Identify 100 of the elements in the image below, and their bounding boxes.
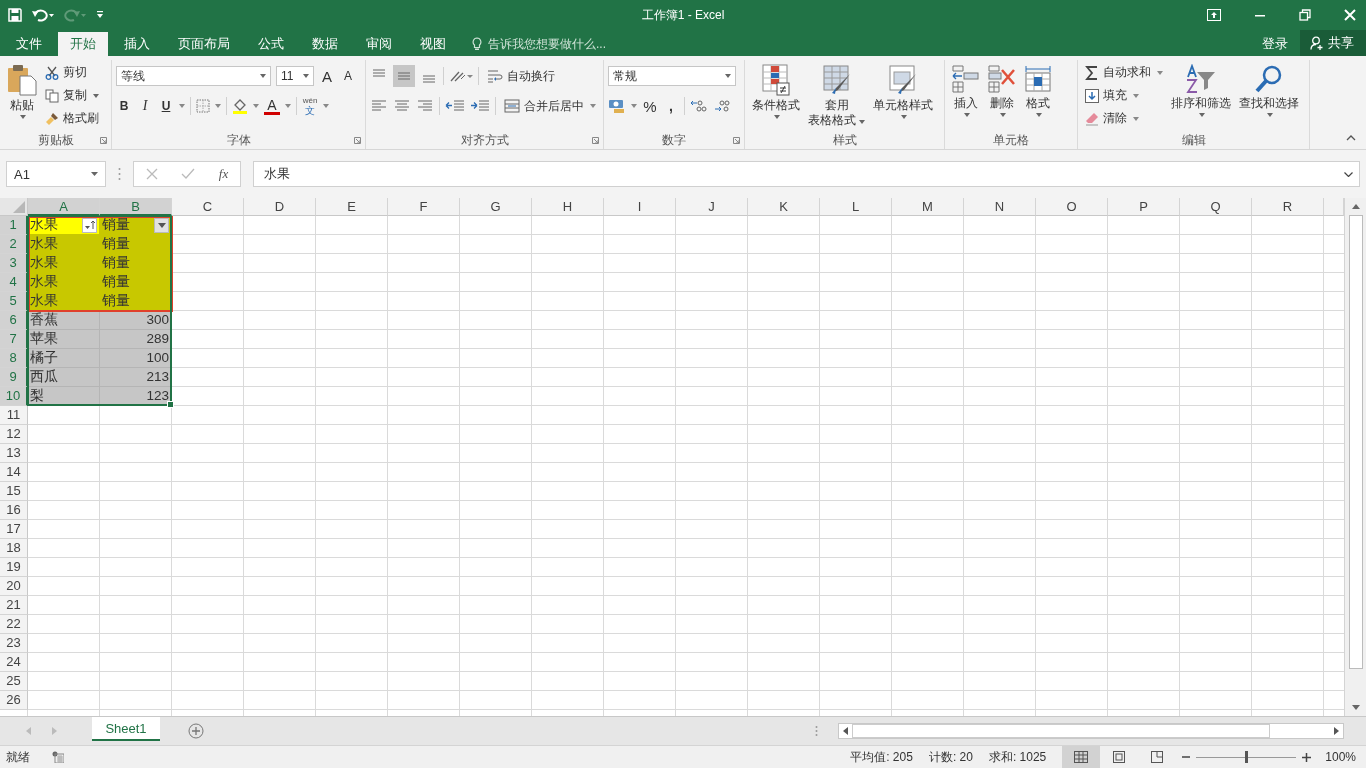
column-header[interactable]: A <box>28 198 100 216</box>
fill-button[interactable]: 填充 <box>1082 85 1166 106</box>
column-header[interactable]: E <box>316 198 388 216</box>
column-header[interactable]: O <box>1036 198 1108 216</box>
ribbon-tab[interactable]: 文件 <box>4 32 54 56</box>
column-header[interactable]: J <box>676 198 748 216</box>
scroll-thumb[interactable] <box>852 724 1270 738</box>
ribbon-tab[interactable]: 页面布局 <box>166 32 242 56</box>
sign-in-link[interactable]: 登录 <box>1250 32 1300 56</box>
find-select-button[interactable]: 查找和选择 <box>1236 62 1302 119</box>
scroll-left-icon[interactable] <box>843 727 848 735</box>
dialog-launcher-icon[interactable] <box>733 137 740 144</box>
row-header[interactable]: 17 <box>0 520 28 539</box>
comma-style-button[interactable]: , <box>663 95 679 117</box>
orientation-icon[interactable] <box>449 69 473 83</box>
sort-filter-button[interactable]: 排序和筛选 <box>1168 62 1234 119</box>
increase-indent-icon[interactable] <box>470 98 490 114</box>
row-header[interactable]: 24 <box>0 653 28 672</box>
row-header[interactable]: 8 <box>0 349 28 368</box>
row-header[interactable]: 14 <box>0 463 28 482</box>
fill-color-icon[interactable] <box>232 98 248 114</box>
merge-center-button[interactable]: 合并后居中 <box>501 95 599 117</box>
zoom-level[interactable]: 100% <box>1325 750 1356 764</box>
zoom-in-icon[interactable] <box>1302 752 1312 762</box>
ribbon-tab[interactable]: 数据 <box>300 32 350 56</box>
row-header[interactable]: 25 <box>0 672 28 691</box>
currency-icon[interactable] <box>608 98 626 114</box>
zoom-out-icon[interactable] <box>1182 753 1191 761</box>
row-header[interactable]: 4 <box>0 273 28 292</box>
drag-handle-icon[interactable] <box>118 167 121 181</box>
add-sheet-icon[interactable] <box>188 723 204 739</box>
ribbon-tab[interactable]: 公式 <box>246 32 296 56</box>
sheet-tab[interactable]: Sheet1 <box>92 717 160 741</box>
column-header[interactable]: K <box>748 198 820 216</box>
row-header[interactable]: 20 <box>0 577 28 596</box>
customize-icon[interactable] <box>96 10 104 20</box>
font-name-field[interactable]: 等线 <box>116 66 271 86</box>
column-header[interactable]: Q <box>1180 198 1252 216</box>
ribbon-display-icon[interactable] <box>1207 9 1221 21</box>
macro-record-icon[interactable] <box>52 751 64 763</box>
scroll-thumb[interactable] <box>1348 215 1363 669</box>
ribbon-tab[interactable]: 视图 <box>408 32 458 56</box>
save-icon[interactable] <box>8 8 22 22</box>
undo-icon[interactable] <box>32 8 54 22</box>
slider-thumb[interactable] <box>1245 751 1249 763</box>
column-header[interactable]: F <box>388 198 460 216</box>
column-header[interactable]: P <box>1108 198 1180 216</box>
format-cells-button[interactable]: 格式 <box>1021 62 1055 119</box>
font-size-field[interactable]: 11 <box>276 66 314 86</box>
column-header[interactable]: C <box>172 198 244 216</box>
autosum-button[interactable]: 自动求和 <box>1082 62 1166 83</box>
clear-button[interactable]: 清除 <box>1082 108 1166 129</box>
dialog-launcher-icon[interactable] <box>100 137 107 144</box>
column-header[interactable]: B <box>100 198 172 216</box>
phonetic-button[interactable]: wén 文 <box>302 95 318 117</box>
normal-view-button[interactable] <box>1062 746 1101 768</box>
restore-icon[interactable] <box>1299 9 1311 21</box>
row-header[interactable]: 23 <box>0 634 28 653</box>
row-header[interactable]: 9 <box>0 368 28 387</box>
row-header[interactable]: 16 <box>0 501 28 520</box>
scroll-down-icon[interactable] <box>1351 705 1360 710</box>
delete-cells-button[interactable]: 删除 <box>985 62 1019 119</box>
percent-button[interactable]: % <box>642 95 658 117</box>
decrease-decimal-icon[interactable] <box>713 98 731 114</box>
italic-button[interactable]: I <box>137 95 153 117</box>
row-header[interactable]: 22 <box>0 615 28 634</box>
row-header[interactable]: 12 <box>0 425 28 444</box>
format-as-table-button[interactable]: 套用 表格格式 <box>805 62 869 130</box>
share-button[interactable]: 共享 <box>1300 30 1366 56</box>
row-header[interactable]: 10 <box>0 387 28 406</box>
row-header[interactable]: 18 <box>0 539 28 558</box>
grow-font-button[interactable]: A <box>319 65 335 87</box>
row-header[interactable]: 3 <box>0 254 28 273</box>
increase-decimal-icon[interactable] <box>690 98 708 114</box>
scroll-up-icon[interactable] <box>1351 204 1360 209</box>
format-painter-button[interactable]: 格式刷 <box>42 108 102 129</box>
wrap-text-button[interactable]: 自动换行 <box>484 65 558 87</box>
shrink-font-button[interactable]: A <box>340 65 356 87</box>
column-header[interactable]: G <box>460 198 532 216</box>
font-color-button[interactable]: A <box>264 97 280 115</box>
ribbon-tab[interactable]: 开始 <box>58 32 108 56</box>
collapse-ribbon-icon[interactable] <box>1346 135 1356 141</box>
row-header[interactable]: 15 <box>0 482 28 501</box>
row-header[interactable]: 11 <box>0 406 28 425</box>
scroll-right-icon[interactable] <box>1334 727 1339 735</box>
number-format-field[interactable]: 常规 <box>608 66 736 86</box>
row-header[interactable]: 2 <box>0 235 28 254</box>
ribbon-tab[interactable]: 插入 <box>112 32 162 56</box>
enter-check-icon[interactable] <box>181 168 196 180</box>
expand-caret-icon[interactable] <box>1344 171 1353 177</box>
close-icon[interactable] <box>1344 9 1356 21</box>
column-header[interactable]: M <box>892 198 964 216</box>
tell-me-field[interactable]: 告诉我您想要做什么... <box>486 36 650 52</box>
vertical-scrollbar[interactable] <box>1344 198 1366 716</box>
horizontal-scrollbar[interactable] <box>838 723 1344 739</box>
conditional-formatting-button[interactable]: 条件格式 <box>749 62 803 121</box>
row-header[interactable]: 21 <box>0 596 28 615</box>
paste-button[interactable]: 粘贴 <box>4 62 40 121</box>
insert-cells-button[interactable]: 插入 <box>949 62 983 119</box>
column-header[interactable]: I <box>604 198 676 216</box>
